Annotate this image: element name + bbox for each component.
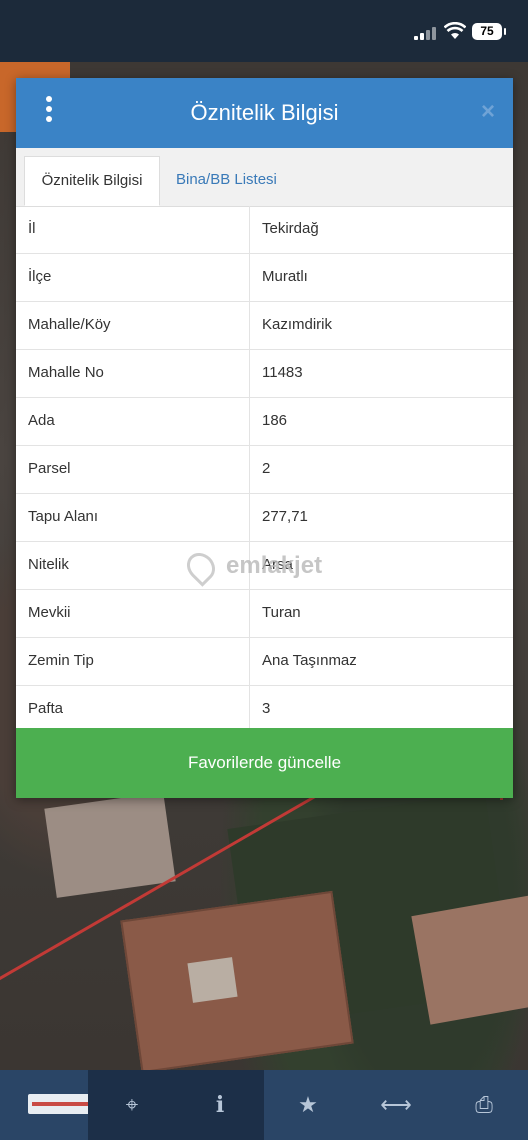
table-row: Mevkii Turan — [16, 590, 513, 638]
map-building — [411, 895, 528, 1025]
row-key: İlçe — [28, 268, 52, 285]
locate-button[interactable]: ⌖ — [88, 1070, 176, 1140]
map-building — [44, 792, 176, 898]
tab-building-list[interactable]: Bina/BB Listesi — [166, 156, 316, 206]
star-icon: ★ — [298, 1092, 318, 1117]
row-value: Turan — [262, 604, 301, 621]
row-key: Mevkii — [28, 604, 71, 621]
map-building-detail — [187, 957, 238, 1003]
row-key: Ada — [28, 412, 55, 429]
row-value: Muratlı — [262, 268, 308, 285]
row-value: Kazımdirik — [262, 316, 333, 333]
table-row: İlçe Muratlı — [16, 254, 513, 302]
row-key: Pafta — [28, 700, 64, 717]
row-value: 2 — [262, 460, 271, 477]
status-bar: 75 — [0, 0, 528, 62]
table-row: Mahalle/Köy Kazımdirik — [16, 302, 513, 350]
measure-icon: ⟷ — [380, 1092, 412, 1117]
watermark-text: emlakjet — [226, 552, 323, 579]
wifi-icon — [443, 21, 467, 46]
locate-icon: ⌖ — [125, 1092, 139, 1117]
map-building — [120, 890, 354, 1074]
tab-bar: Öznitelik Bilgisi Bina/BB Listesi — [16, 148, 513, 207]
row-value: 3 — [262, 700, 271, 717]
favorites-button[interactable]: ★ — [264, 1070, 352, 1140]
row-value: 11483 — [262, 364, 303, 381]
info-button[interactable]: i — [176, 1070, 264, 1140]
table-row: Tapu Alanı 277,71 — [16, 494, 513, 542]
print-button[interactable]: ⎙ — [440, 1070, 528, 1140]
tab-attribute-info[interactable]: Öznitelik Bilgisi — [24, 156, 160, 206]
update-favorites-button[interactable]: Favorilerde güncelle — [16, 728, 513, 798]
row-value: 186 — [262, 412, 288, 429]
close-icon[interactable]: × — [481, 98, 495, 126]
attribute-info-dialog: Öznitelik Bilgisi × Öznitelik Bilgisi Bi… — [16, 78, 513, 798]
battery-indicator: 75 — [472, 23, 506, 40]
row-value: 277,71 — [262, 508, 308, 525]
row-key: Mahalle/Köy — [28, 316, 111, 333]
dialog-header: Öznitelik Bilgisi × — [16, 78, 513, 148]
dialog-title: Öznitelik Bilgisi — [190, 100, 339, 125]
info-icon: i — [215, 1092, 225, 1118]
row-value: Ana Taşınmaz — [262, 652, 357, 669]
location-pin-icon — [181, 547, 221, 587]
row-key: Tapu Alanı — [28, 508, 99, 525]
table-row: Mahalle No 11483 — [16, 350, 513, 398]
row-key: Parsel — [28, 460, 71, 477]
attribute-table: İl Tekirdağ İlçe Muratlı Mahalle/Köy Kazımd… — [16, 206, 513, 734]
row-key: Zemin Tip — [28, 652, 94, 669]
table-row: İl Tekirdağ — [16, 206, 513, 254]
row-key: Mahalle No — [28, 364, 104, 381]
table-row: Zemin Tip Ana Taşınmaz — [16, 638, 513, 686]
print-icon: ⎙ — [475, 1092, 493, 1117]
measure-button[interactable]: ⟷ — [352, 1070, 440, 1140]
table-row: Parsel 2 — [16, 446, 513, 494]
table-row: Ada 186 — [16, 398, 513, 446]
cellular-signal-icon — [414, 27, 436, 40]
row-key: İl — [28, 220, 36, 237]
toolbar-logo[interactable] — [0, 1070, 102, 1140]
watermark: emlakjet — [181, 547, 348, 587]
row-value: Tekirdağ — [262, 220, 319, 237]
bottom-toolbar: ⌖ i ★ ⟷ ⎙ — [0, 1070, 528, 1140]
row-key: Nitelik — [28, 556, 69, 573]
table-row: Pafta 3 — [16, 686, 513, 734]
